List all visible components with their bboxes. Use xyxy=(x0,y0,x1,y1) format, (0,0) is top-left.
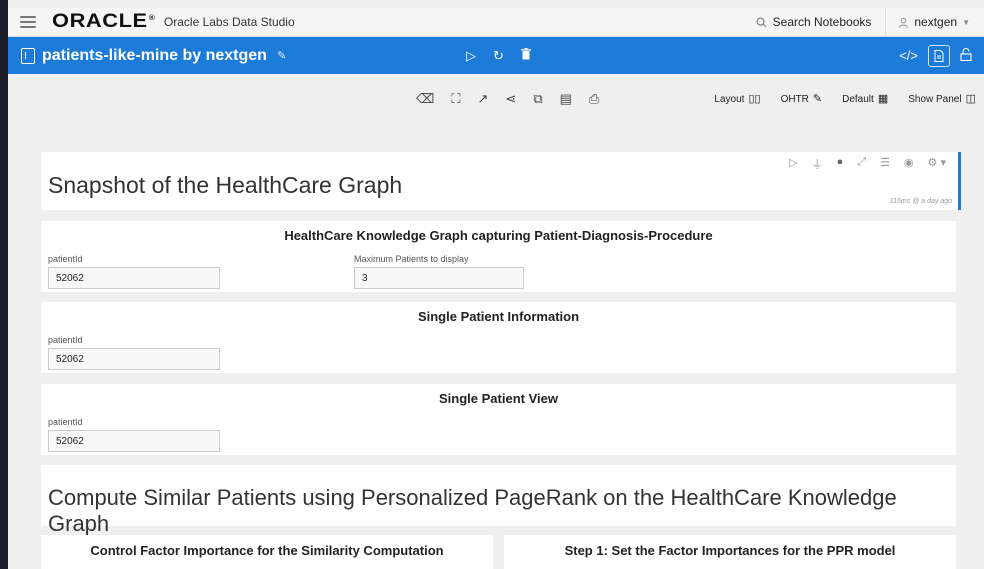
patientid-input[interactable]: 52062 xyxy=(48,348,220,370)
trash-icon[interactable] xyxy=(520,48,531,63)
brush-icon: ✎ xyxy=(812,93,823,105)
hamburger-menu-icon[interactable] xyxy=(20,16,36,28)
default-button[interactable]: Default ▦ xyxy=(842,92,888,105)
layout-button[interactable]: Layout ▯▯ xyxy=(714,92,760,105)
book-icon: ▯▯ xyxy=(748,93,761,105)
patientid-input[interactable]: 52062 xyxy=(48,430,220,452)
show-panel-button[interactable]: Show Panel ◫ xyxy=(908,92,976,105)
unlock-icon[interactable] xyxy=(960,47,972,64)
expand-icon[interactable]: ⤢ xyxy=(857,156,866,172)
eraser-icon[interactable]: ⌫ xyxy=(416,91,434,107)
notebook-toolbar: ⌫ ⛶ ↗ ⋖ ⧉ ▤ ⎙ Layout ▯▯ OHTR ✎ Default ▦ Sh… xyxy=(8,74,984,124)
run-all-icon[interactable]: ▷ xyxy=(466,48,476,64)
paragraph-step1: Step 1: Set the Factor Importances for t… xyxy=(504,535,956,569)
export-icon[interactable]: ↗ xyxy=(478,91,489,107)
search-notebooks-button[interactable]: Search Notebooks xyxy=(742,8,887,36)
oracle-logo: ORACLE® xyxy=(52,11,156,32)
form-title: Step 1: Set the Factor Importances for t… xyxy=(564,543,896,558)
form-title: Control Factor Importance for the Simila… xyxy=(90,543,444,558)
copy-icon[interactable]: ⧉ xyxy=(533,91,542,107)
run-paragraph-icon[interactable]: ▷ xyxy=(789,156,797,172)
panel-icon: ◫ xyxy=(965,93,976,105)
notebook-bar: patients-like-mine by nextgen ✎ ▷ ↻ </> xyxy=(8,37,984,74)
app-name: Oracle Labs Data Studio xyxy=(163,15,295,29)
patientid-label: patientId xyxy=(48,335,83,345)
paragraph-kg-form: HealthCare Knowledge Graph capturing Pat… xyxy=(41,221,956,292)
patientid-label: patientId xyxy=(48,417,83,427)
search-notebooks-label: Search Notebooks xyxy=(772,15,872,29)
page: ORACLE® Oracle Labs Data Studio Search N… xyxy=(8,0,984,569)
notebook-icon xyxy=(21,47,35,64)
max-patients-input[interactable]: 3 xyxy=(354,267,524,289)
comment-icon[interactable]: ● xyxy=(837,156,844,172)
share-icon[interactable]: ⋖ xyxy=(505,91,516,107)
user-name: nextgen xyxy=(914,15,958,29)
print-icon[interactable]: ⎙ xyxy=(589,91,599,107)
code-toggle-icon[interactable]: </> xyxy=(899,48,918,63)
notebook-title[interactable]: patients-like-mine by nextgen xyxy=(42,47,267,65)
paragraph-single-info: Single Patient Information patientId 520… xyxy=(41,302,956,373)
eye-icon[interactable]: ◉ xyxy=(904,156,914,172)
notes-settings-icon[interactable]: ▤ xyxy=(560,91,572,107)
paragraph-meta: 115ms @ a day ago xyxy=(889,198,952,205)
form-title: HealthCare Knowledge Graph capturing Pat… xyxy=(284,228,713,243)
user-icon xyxy=(899,17,909,28)
select-area-icon[interactable]: ⛶ xyxy=(451,91,460,107)
search-icon xyxy=(756,17,767,27)
paragraph-snapshot[interactable]: Snapshot of the HealthCare Graph ▷ ⏚ ● ⤢… xyxy=(41,152,961,210)
paragraph-control-factor: Control Factor Importance for the Simila… xyxy=(41,535,493,569)
paragraph-single-view: Single Patient View patientId 52062 xyxy=(41,384,956,455)
left-edge-strip xyxy=(0,0,8,569)
max-patients-label: Maximum Patients to display xyxy=(354,254,469,264)
top-nav: ORACLE® Oracle Labs Data Studio Search N… xyxy=(8,8,984,37)
ohtr-button[interactable]: OHTR ✎ xyxy=(781,92,823,105)
list-icon[interactable]: ☰ xyxy=(880,156,890,172)
report-view-icon[interactable] xyxy=(928,44,950,67)
chevron-down-icon: ▼ xyxy=(962,17,970,27)
gear-icon[interactable]: ⚙ ▾ xyxy=(928,156,946,172)
patientid-label: patientId xyxy=(48,254,83,264)
user-menu[interactable]: nextgen ▼ xyxy=(886,15,984,29)
paragraph-title: Compute Similar Patients using Personali… xyxy=(48,485,897,536)
table-icon: ▦ xyxy=(877,93,889,105)
form-title: Single Patient Information xyxy=(417,309,580,324)
form-title: Single Patient View xyxy=(439,391,558,406)
refresh-icon[interactable]: ↻ xyxy=(493,48,504,64)
hierarchy-icon[interactable]: ⏚ xyxy=(812,156,823,172)
edit-title-icon[interactable]: ✎ xyxy=(277,49,286,62)
paragraph-title: Snapshot of the HealthCare Graph xyxy=(48,172,403,198)
paragraph-compute[interactable]: Compute Similar Patients using Personali… xyxy=(41,465,956,536)
patientid-input[interactable]: 52062 xyxy=(48,267,220,289)
